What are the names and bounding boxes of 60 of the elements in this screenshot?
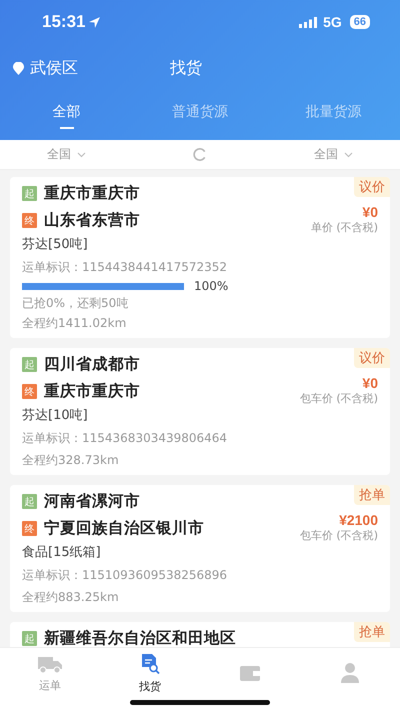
goods-text: 芬达[10吨] <box>22 407 89 425</box>
category-tab[interactable]: 批量货源 <box>266 92 400 140</box>
document-search-icon <box>139 652 161 674</box>
order-tag: 议价 <box>354 177 390 197</box>
price: ¥0 <box>362 204 378 220</box>
cargo-card[interactable]: 起 四川省成都市 议价 终 重庆市重庆市 芬达[10吨] 运单标识：1154368303439806464 全程约328.73km ¥0 包车价 (不含税) <box>10 348 390 475</box>
cargo-card[interactable]: 起 重庆市重庆市 议价 终 山东省东营市 芬达[50吨] 运单标识：1154438441417572352 100% 已抢0%，还剩50吨 全程约1411.02km ¥0 单价 (不含税) <box>10 177 390 338</box>
category-tab[interactable]: 全部 <box>0 92 134 140</box>
destination-dropdown[interactable]: 全国 <box>310 144 357 165</box>
network-label: 5G <box>323 14 342 30</box>
price: ¥0 <box>362 375 378 391</box>
destination-badge: 终 <box>22 384 37 399</box>
nav-tab[interactable]: 找货 <box>100 648 200 698</box>
origin-badge: 起 <box>22 186 37 201</box>
goods-text: 芬达[50吨] <box>22 236 89 254</box>
price-note: 包车价 (不含税) <box>300 528 378 543</box>
origin-badge: 起 <box>22 631 37 646</box>
waybill-id: 运单标识：1154438441417572352 <box>22 259 228 276</box>
price-note: 单价 (不含税) <box>310 220 378 235</box>
order-tag: 抢单 <box>354 485 390 505</box>
waybill-id: 运单标识：1151093609538256896 <box>22 567 228 584</box>
destination-place: 重庆市重庆市 <box>44 381 140 402</box>
cargo-card[interactable]: 起 河南省漯河市 抢单 终 宁夏回族自治区银川市 食品[15纸箱] 运单标识：1151093609538256896 全程约883.25km ¥2100 包车价 (不含税) <box>10 485 390 612</box>
progress-reading: 100% <box>194 279 228 293</box>
signal-icon <box>299 16 318 28</box>
distance-text: 全程约883.25km <box>22 589 120 606</box>
goods-text: 食品[15纸箱] <box>22 544 102 562</box>
origin-badge: 起 <box>22 357 37 372</box>
chevron-down-icon <box>77 152 86 158</box>
price-note: 包车价 (不含税) <box>300 391 378 406</box>
status-time: 15:31 <box>42 12 86 32</box>
location-arrow-icon <box>88 16 102 28</box>
refresh-icon[interactable] <box>192 147 208 162</box>
destination-badge: 终 <box>22 521 37 536</box>
order-tag: 抢单 <box>354 622 390 642</box>
category-tab[interactable]: 普通货源 <box>133 92 267 140</box>
origin-place: 四川省成都市 <box>44 354 140 375</box>
origin-dropdown[interactable]: 全国 <box>43 144 90 165</box>
page-title: 找货 <box>170 58 202 78</box>
origin-place: 新疆维吾尔自治区和田地区 <box>44 628 236 647</box>
origin-badge: 起 <box>22 494 37 509</box>
location-pin-icon <box>13 62 24 74</box>
battery-level: 66 <box>350 15 370 29</box>
destination-place: 宁夏回族自治区银川市 <box>44 518 204 539</box>
nav-tab[interactable]: 运单 <box>0 648 100 698</box>
cargo-card[interactable]: 起 新疆维吾尔自治区和田地区 抢单 <box>10 622 390 647</box>
distance-text: 全程约1411.02km <box>22 315 128 332</box>
order-tag: 议价 <box>354 348 390 368</box>
origin-place: 河南省漯河市 <box>44 491 140 512</box>
location-label[interactable]: 武侯区 <box>30 58 170 78</box>
person-icon <box>340 662 360 684</box>
origin-place: 重庆市重庆市 <box>44 183 140 204</box>
chevron-down-icon <box>344 152 353 158</box>
wallet-icon <box>238 663 262 683</box>
price: ¥2100 <box>339 512 378 528</box>
destination-place: 山东省东营市 <box>44 210 140 231</box>
grab-status: 已抢0%，还剩50吨 <box>22 295 130 312</box>
waybill-id: 运单标识：1154368303439806464 <box>22 430 228 447</box>
distance-text: 全程约328.73km <box>22 452 120 469</box>
destination-badge: 终 <box>22 213 37 228</box>
